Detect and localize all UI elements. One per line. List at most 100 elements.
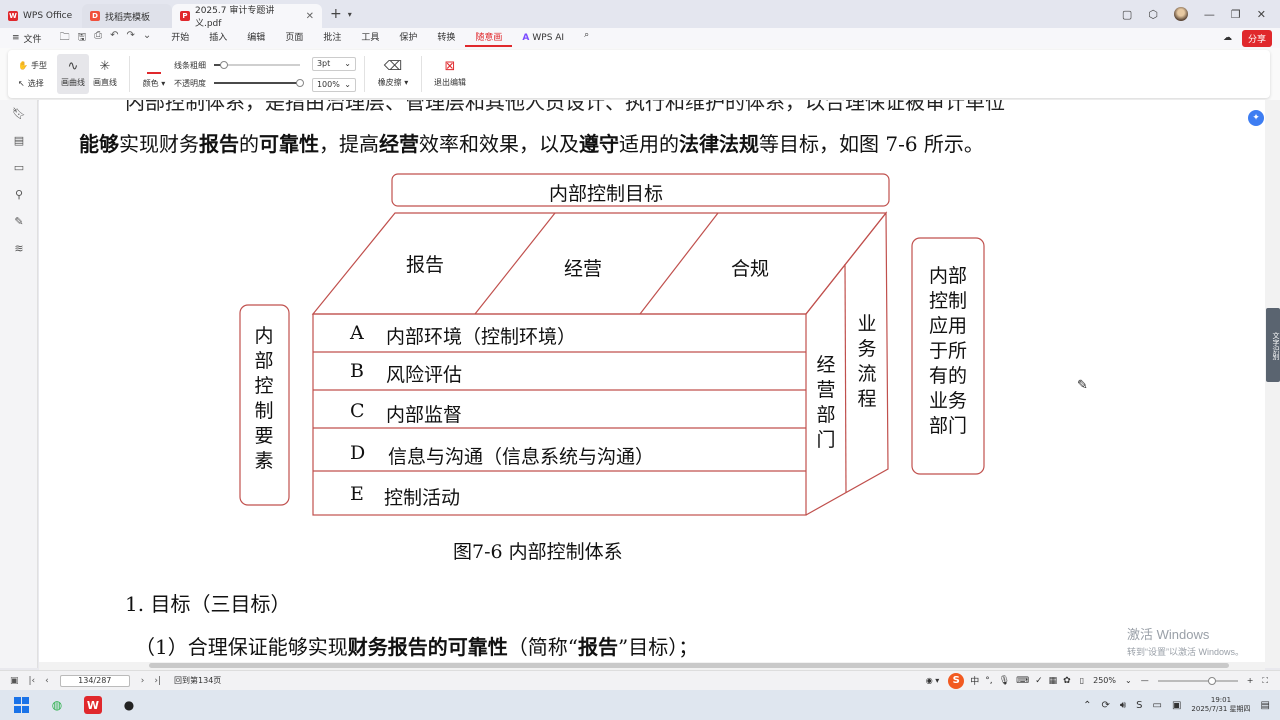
zoom-level[interactable]: 250% xyxy=(1093,676,1116,685)
prev-page-icon[interactable]: ‹ xyxy=(40,676,54,686)
cloud-sync-icon[interactable]: ☁ xyxy=(1223,33,1232,43)
bold-text-run: 能够 xyxy=(79,132,119,156)
chevron-down-icon[interactable]: ▾ xyxy=(348,10,352,19)
volume-icon[interactable]: 🔊︎ xyxy=(1120,700,1126,711)
line-width-select[interactable]: 3pt ⌄ xyxy=(311,56,356,71)
draw-line-button[interactable]: ✳ 画直线 xyxy=(89,54,121,94)
camera-app-icon[interactable]: ● xyxy=(120,696,138,714)
undo-icon[interactable]: ↶ xyxy=(110,30,118,47)
docer-logo-icon: D xyxy=(90,11,100,21)
zoom-knob[interactable] xyxy=(1207,676,1216,685)
browser-icon[interactable]: ◍ xyxy=(48,696,66,714)
tab-wps-office[interactable]: W WPS Office xyxy=(0,4,82,28)
battery-icon[interactable]: ▭ xyxy=(1153,700,1162,711)
single-page-icon[interactable]: ▯ xyxy=(1080,676,1084,685)
notification-icon[interactable]: ▤ xyxy=(1261,700,1270,711)
menu-wps-ai[interactable]: A WPS AI xyxy=(512,30,574,47)
diagram-shapes xyxy=(239,173,985,516)
menu-comment[interactable]: 批注 xyxy=(313,30,351,47)
hand-tool-button[interactable]: ✋ 手型 xyxy=(18,60,47,71)
fit-page-icon[interactable]: ⛶ xyxy=(1262,676,1268,686)
menu-edit[interactable]: 编辑 xyxy=(237,30,275,47)
minimize-icon[interactable]: — xyxy=(1204,8,1215,21)
menu-protect[interactable]: 保护 xyxy=(389,30,427,47)
color-picker-button[interactable]: 颜色 ▾ xyxy=(138,54,170,94)
comment-icon[interactable]: ▭ xyxy=(0,154,38,181)
horizontal-scrollbar[interactable] xyxy=(39,662,1265,670)
tab-template[interactable]: D 找稻壳模板 xyxy=(82,4,172,28)
avatar[interactable] xyxy=(1173,7,1188,21)
skin-icon[interactable]: ⬡ xyxy=(1148,8,1158,21)
tray-expand-icon[interactable]: ⌃ xyxy=(1083,700,1091,711)
cursor-icon: ↖ xyxy=(18,78,25,88)
bold-text-run: 经营 xyxy=(379,132,419,156)
sogou-tray-icon[interactable]: S xyxy=(1136,700,1142,711)
thumbnail-icon[interactable]: ▤ xyxy=(0,127,38,154)
last-page-icon[interactable]: ›| xyxy=(149,676,166,686)
keyboard-icon: ⌨ xyxy=(1016,675,1030,686)
next-page-icon[interactable]: › xyxy=(136,676,150,686)
open-icon[interactable]: 🗀 xyxy=(60,30,70,47)
wps-taskbar-icon[interactable]: W xyxy=(84,696,102,714)
slider-fill xyxy=(213,82,300,84)
menu-page[interactable]: 页面 xyxy=(275,30,313,47)
bookmark-icon[interactable]: 🔖︎ xyxy=(0,100,38,127)
exit-edit-button[interactable]: ⊠ 退出编辑 xyxy=(430,54,470,94)
vertical-scrollbar[interactable] xyxy=(1265,100,1280,668)
signature-icon[interactable]: ✎ xyxy=(0,208,38,235)
element-letter: D xyxy=(350,442,366,464)
network-icon[interactable]: ▣ xyxy=(1172,700,1181,711)
menu-start[interactable]: 开始 xyxy=(161,30,199,47)
layers-icon[interactable]: ≋ xyxy=(0,235,38,262)
opacity-slider[interactable] xyxy=(213,79,304,87)
windows-start-icon[interactable] xyxy=(12,696,30,714)
menu-insert[interactable]: 插入 xyxy=(199,30,237,47)
file-menu[interactable]: ≡ 文件 xyxy=(0,32,50,45)
divider xyxy=(128,56,130,92)
exit-label: 退出编辑 xyxy=(433,78,466,87)
slider-knob[interactable] xyxy=(295,79,304,87)
opacity-select[interactable]: 100% ⌄ xyxy=(311,77,356,92)
new-tab-icon[interactable]: + xyxy=(330,6,342,22)
chevron-down-icon[interactable]: ⌄ xyxy=(1125,676,1132,685)
line-width-slider[interactable] xyxy=(213,61,300,69)
opacity-value: 100% xyxy=(316,80,340,89)
tab-pdf-document[interactable]: P 2025.7 审计专题讲义.pdf ✕ xyxy=(172,4,322,29)
sidebar-toggle-icon[interactable]: ▣ xyxy=(0,676,24,686)
zoom-out-icon[interactable]: — xyxy=(1141,676,1149,685)
menu-freehand[interactable]: 随意画 xyxy=(465,30,513,47)
zoom-in-icon[interactable]: + xyxy=(1247,676,1254,685)
element-letter: C xyxy=(350,400,365,422)
page-number-input[interactable]: 134/287 xyxy=(59,674,130,687)
first-page-icon[interactable]: |‹ xyxy=(24,676,41,686)
more-icon[interactable]: ⌄ xyxy=(143,30,151,47)
slider-knob[interactable] xyxy=(219,61,228,69)
share-button[interactable]: 分享 xyxy=(1241,29,1272,47)
goto-page-link[interactable]: 回到第134页 xyxy=(174,675,221,686)
text-run: 的 xyxy=(239,132,259,156)
system-clock[interactable]: 19:01 2025/7/31 星期四 xyxy=(1191,696,1250,714)
wps-ai-icon: A xyxy=(522,33,530,43)
scrollbar-thumb[interactable] xyxy=(149,663,1229,668)
close-icon[interactable]: ✕ xyxy=(306,11,314,22)
tray-app-icon[interactable]: ⟳ xyxy=(1101,700,1109,711)
redo-icon[interactable]: ↷ xyxy=(126,30,134,47)
close-window-icon[interactable]: ✕ xyxy=(1257,8,1266,21)
input-method-bar[interactable]: S 中 °, 🎙︎ ⌨ ✓ ▦ ✿ xyxy=(948,672,1071,689)
menu-tools[interactable]: 工具 xyxy=(351,30,389,47)
search-icon[interactable]: ⌕ xyxy=(574,30,599,47)
ai-assistant-icon[interactable]: ✦ xyxy=(1248,110,1264,126)
attachment-icon[interactable]: ⚲ xyxy=(0,181,38,208)
restore-icon[interactable]: ❐ xyxy=(1231,8,1241,21)
eraser-button[interactable]: ⌫ 橡皮擦 ▾ xyxy=(373,54,413,94)
window-layout-icon[interactable]: ▢ xyxy=(1122,8,1132,21)
select-tool-button[interactable]: ↖ 选择 xyxy=(18,78,47,89)
draw-curve-button[interactable]: ∿ 画曲线 xyxy=(56,54,89,94)
save-icon[interactable]: 🖫 xyxy=(78,30,87,47)
ocr-side-widget[interactable]: 文字识别 xyxy=(1266,308,1280,382)
print-icon[interactable]: ⎙ xyxy=(94,30,102,47)
eye-icon[interactable]: ◉ ▾ xyxy=(926,676,940,685)
zoom-slider[interactable] xyxy=(1157,676,1238,685)
menu-convert[interactable]: 转换 xyxy=(427,30,465,47)
bold-text-run: 遵守 xyxy=(579,132,619,156)
